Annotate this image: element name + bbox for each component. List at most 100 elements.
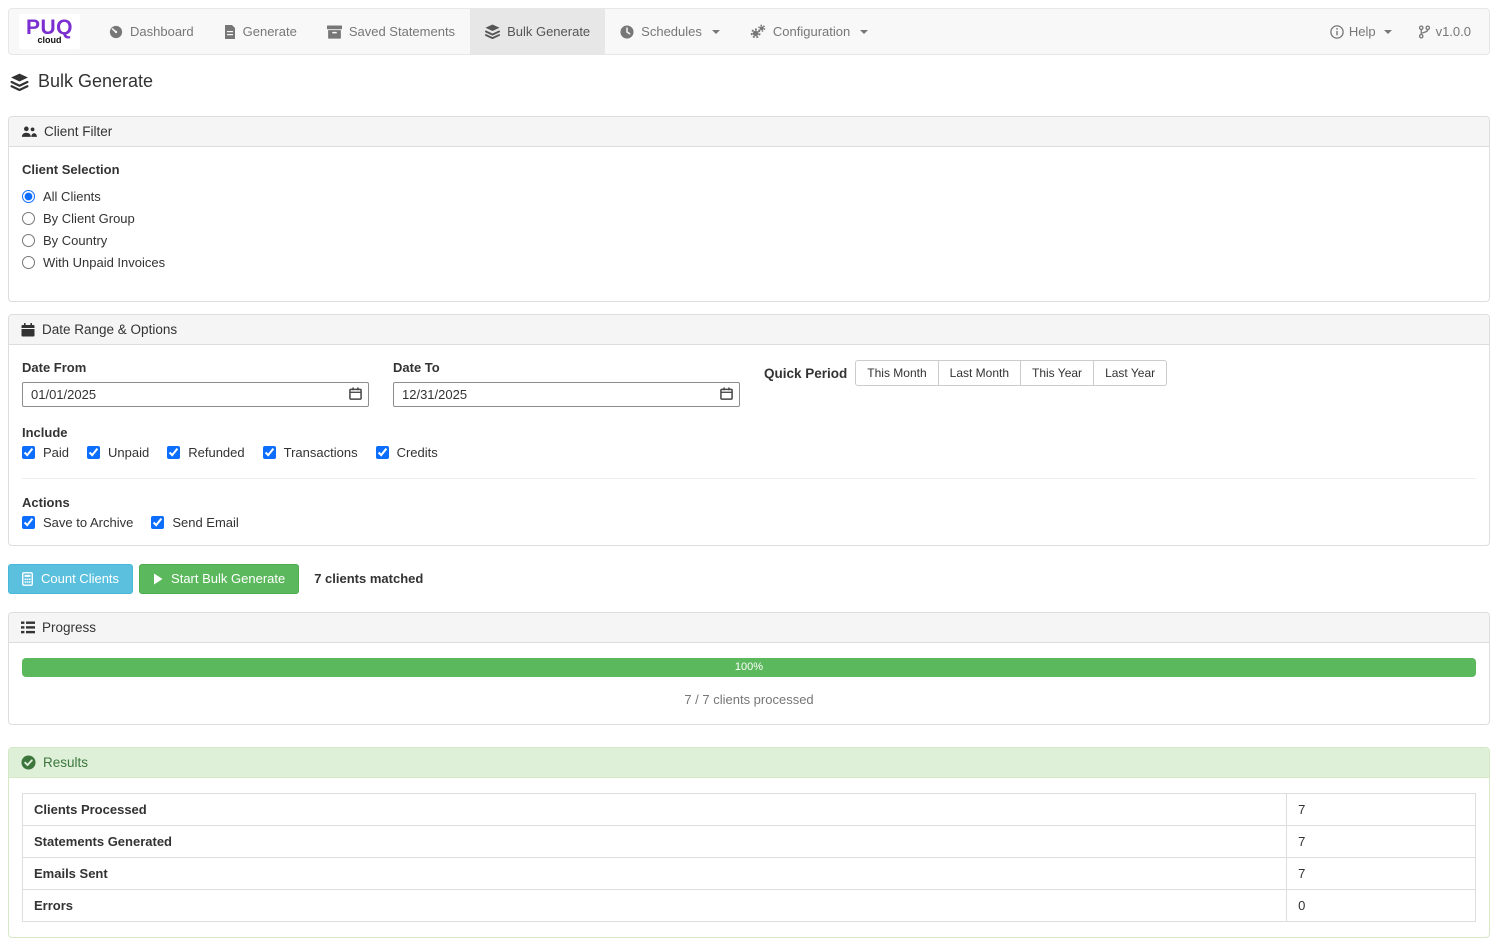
calendar-picker-icon[interactable] bbox=[349, 387, 362, 403]
play-icon bbox=[153, 573, 163, 585]
result-value: 7 bbox=[1287, 825, 1476, 857]
brand-logo-box: PUQ cloud bbox=[19, 14, 80, 49]
table-row: Emails Sent 7 bbox=[23, 857, 1476, 889]
checkbox-unpaid[interactable]: Unpaid bbox=[87, 445, 149, 460]
result-value: 7 bbox=[1287, 793, 1476, 825]
date-from-label: Date From bbox=[22, 360, 369, 375]
checkbox-input-paid[interactable] bbox=[22, 446, 35, 459]
table-row: Errors 0 bbox=[23, 889, 1476, 921]
chevron-down-icon bbox=[1384, 30, 1392, 34]
progress-panel: Progress 100% 7 / 7 clients processed bbox=[8, 612, 1490, 725]
nav-item-bulk-generate[interactable]: Bulk Generate bbox=[470, 9, 605, 54]
count-clients-button[interactable]: Count Clients bbox=[8, 564, 133, 594]
nav-item-schedules[interactable]: Schedules bbox=[605, 9, 735, 54]
section-divider bbox=[22, 478, 1476, 479]
main-nav: Dashboard Generate Saved Statements Bulk… bbox=[94, 9, 883, 54]
actions-label: Actions bbox=[22, 495, 1476, 510]
navbar-right: Help v1.0.0 bbox=[1330, 9, 1489, 54]
checkbox-label: Transactions bbox=[284, 445, 358, 460]
start-bulk-generate-button[interactable]: Start Bulk Generate bbox=[139, 564, 299, 594]
quick-period-last-month-button[interactable]: Last Month bbox=[938, 360, 1021, 386]
client-selection-radio-group: All Clients By Client Group By Country W… bbox=[22, 189, 1476, 270]
checkbox-credits[interactable]: Credits bbox=[376, 445, 438, 460]
checkbox-label: Save to Archive bbox=[43, 515, 133, 530]
dashboard-icon bbox=[109, 25, 123, 39]
checkbox-refunded[interactable]: Refunded bbox=[167, 445, 244, 460]
date-from-input[interactable] bbox=[22, 382, 369, 407]
brand-logo[interactable]: PUQ cloud bbox=[9, 9, 94, 54]
include-section: Include Paid Unpaid Refunded Transaction… bbox=[22, 425, 1476, 460]
result-label: Clients Processed bbox=[23, 793, 1287, 825]
tasks-icon bbox=[21, 621, 35, 634]
result-value: 7 bbox=[1287, 857, 1476, 889]
quick-period-last-year-button[interactable]: Last Year bbox=[1093, 360, 1167, 386]
radio-label: By Country bbox=[43, 233, 107, 248]
checkbox-paid[interactable]: Paid bbox=[22, 445, 69, 460]
nav-item-label: Dashboard bbox=[130, 24, 194, 39]
checkbox-input-unpaid[interactable] bbox=[87, 446, 100, 459]
radio-by-country[interactable]: By Country bbox=[22, 233, 1476, 248]
actions-section: Actions Save to Archive Send Email bbox=[22, 495, 1476, 530]
chevron-down-icon bbox=[712, 30, 720, 34]
nav-item-dashboard[interactable]: Dashboard bbox=[94, 9, 209, 54]
checkbox-input-save-to-archive[interactable] bbox=[22, 516, 35, 529]
progress-title: Progress bbox=[42, 620, 96, 635]
radio-with-unpaid-invoices[interactable]: With Unpaid Invoices bbox=[22, 255, 1476, 270]
date-from-field: Date From bbox=[22, 360, 369, 407]
checkbox-input-transactions[interactable] bbox=[263, 446, 276, 459]
version-indicator: v1.0.0 bbox=[1418, 24, 1471, 39]
help-menu[interactable]: Help bbox=[1330, 24, 1392, 39]
quick-period-this-month-button[interactable]: This Month bbox=[855, 360, 938, 386]
result-value: 0 bbox=[1287, 889, 1476, 921]
radio-by-client-group[interactable]: By Client Group bbox=[22, 211, 1476, 226]
nav-item-label: Bulk Generate bbox=[507, 24, 590, 39]
top-navbar: PUQ cloud Dashboard Generate Saved State… bbox=[8, 8, 1490, 55]
table-row: Clients Processed 7 bbox=[23, 793, 1476, 825]
calendar-picker-icon[interactable] bbox=[720, 387, 733, 403]
radio-input-by-country[interactable] bbox=[22, 234, 35, 247]
nav-item-label: Configuration bbox=[773, 24, 850, 39]
radio-input-all-clients[interactable] bbox=[22, 190, 35, 203]
progress-bar-fill: 100% bbox=[22, 658, 1476, 677]
progress-body: 100% 7 / 7 clients processed bbox=[9, 643, 1489, 724]
checkbox-send-email[interactable]: Send Email bbox=[151, 515, 238, 530]
client-filter-panel: Client Filter Client Selection All Clien… bbox=[8, 116, 1490, 302]
code-branch-icon bbox=[1418, 25, 1431, 39]
checkbox-input-send-email[interactable] bbox=[151, 516, 164, 529]
help-label: Help bbox=[1349, 24, 1376, 39]
quick-period-buttons: This Month Last Month This Year Last Yea… bbox=[855, 360, 1167, 386]
radio-label: By Client Group bbox=[43, 211, 135, 226]
progress-bar-track: 100% bbox=[22, 658, 1476, 677]
date-row: Date From Date To Quick Peri bbox=[22, 360, 1476, 407]
page-title-text: Bulk Generate bbox=[38, 71, 153, 92]
radio-all-clients[interactable]: All Clients bbox=[22, 189, 1476, 204]
nav-item-configuration[interactable]: Configuration bbox=[735, 9, 883, 54]
nav-item-label: Schedules bbox=[641, 24, 702, 39]
results-panel: Results Clients Processed 7 Statements G… bbox=[8, 747, 1490, 938]
clock-icon bbox=[620, 25, 634, 39]
version-label: v1.0.0 bbox=[1436, 24, 1471, 39]
layers-icon bbox=[10, 73, 29, 91]
radio-label: With Unpaid Invoices bbox=[43, 255, 165, 270]
checkbox-input-credits[interactable] bbox=[376, 446, 389, 459]
radio-input-with-unpaid-invoices[interactable] bbox=[22, 256, 35, 269]
checkbox-transactions[interactable]: Transactions bbox=[263, 445, 358, 460]
chevron-down-icon bbox=[860, 30, 868, 34]
checkbox-save-to-archive[interactable]: Save to Archive bbox=[22, 515, 133, 530]
nav-item-label: Generate bbox=[243, 24, 297, 39]
checkbox-input-refunded[interactable] bbox=[167, 446, 180, 459]
nav-item-generate[interactable]: Generate bbox=[209, 9, 312, 54]
nav-item-label: Saved Statements bbox=[349, 24, 455, 39]
nav-item-saved-statements[interactable]: Saved Statements bbox=[312, 9, 470, 54]
client-filter-title: Client Filter bbox=[44, 124, 112, 139]
quick-period-group: Quick Period This Month Last Month This … bbox=[764, 360, 1167, 386]
start-bulk-generate-label: Start Bulk Generate bbox=[171, 571, 285, 587]
results-header: Results bbox=[9, 748, 1489, 778]
date-to-input[interactable] bbox=[393, 382, 740, 407]
progress-percent-label: 100% bbox=[735, 661, 763, 673]
quick-period-this-year-button[interactable]: This Year bbox=[1020, 360, 1094, 386]
radio-input-by-client-group[interactable] bbox=[22, 212, 35, 225]
include-label: Include bbox=[22, 425, 1476, 440]
calculator-icon bbox=[22, 572, 33, 586]
results-body: Clients Processed 7 Statements Generated… bbox=[9, 778, 1489, 937]
